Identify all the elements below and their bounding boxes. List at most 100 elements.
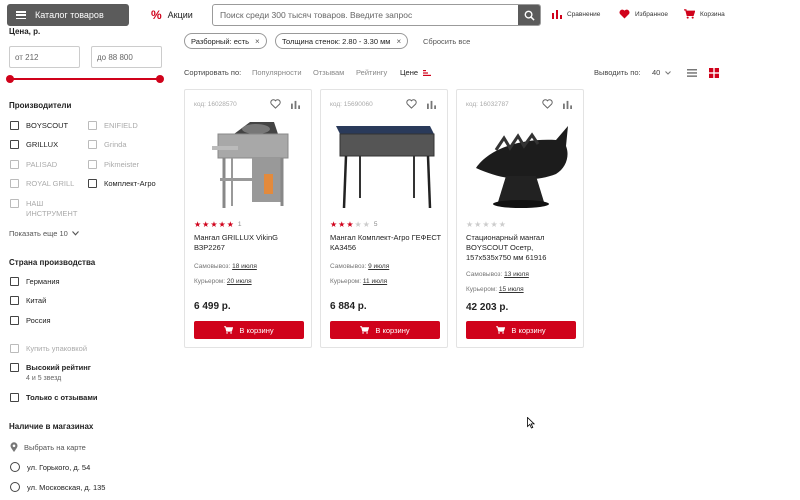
show-more-manufacturers[interactable]: Показать еще 10 — [9, 229, 79, 238]
catalog-button[interactable]: Каталог товаров — [7, 4, 129, 26]
checkbox-box[interactable] — [10, 121, 19, 130]
map-link-label: Выбрать на карте — [24, 442, 86, 452]
mouse-cursor-icon — [527, 417, 535, 429]
bar-chart-icon[interactable] — [563, 100, 572, 109]
search-button[interactable] — [518, 5, 540, 25]
close-icon[interactable]: × — [396, 37, 401, 46]
pickup-date[interactable]: 18 июля — [232, 263, 257, 270]
manufacturer-checkbox-grillux[interactable]: GRILLUX — [10, 140, 58, 149]
checkbox-box — [88, 160, 97, 169]
review-count[interactable]: 1 — [238, 221, 242, 228]
star-empty-icon: ★ — [362, 220, 370, 229]
radio-circle[interactable] — [10, 462, 20, 472]
high-rating-label: Высокий рейтинг — [26, 363, 91, 372]
country-checkbox-china[interactable]: Китай — [10, 296, 46, 305]
courier-date[interactable]: 15 июля — [499, 286, 524, 293]
product-name[interactable]: Мангал GRILLUX VikinG ВЗР2267 — [194, 233, 306, 253]
price-slider-min-handle[interactable] — [6, 75, 14, 83]
checkbox-box[interactable] — [10, 363, 19, 372]
map-link[interactable]: Выбрать на карте — [10, 442, 86, 452]
filter-chip-collapsible[interactable]: Разборный: есть × — [184, 33, 267, 49]
cart-link[interactable]: Корзина — [684, 9, 725, 19]
catalog-button-label: Каталог товаров — [35, 10, 104, 20]
square-grill-icon — [212, 122, 289, 208]
pickup-label: Самовывоз: — [466, 271, 503, 278]
store-label: ул. Московская, д. 135 — [27, 482, 106, 492]
checkbox-box[interactable] — [10, 140, 19, 149]
search-input[interactable]: Поиск среди 300 тысяч товаров. Введите з… — [213, 10, 518, 20]
manufacturer-checkbox-boyscout[interactable]: BOYSCOUT — [10, 121, 68, 130]
manufacturer-checkbox-komplekt-agro[interactable]: Комплект-Агро — [88, 179, 156, 188]
grid-view-button[interactable] — [709, 68, 719, 80]
product-card[interactable]: код: 16028570 ★ ★ ★ ★ ★ 1 Мангал GRILLUX Viki… — [184, 89, 312, 348]
add-to-cart-button[interactable]: В корзину — [194, 321, 304, 339]
sort-rating[interactable]: Рейтингу — [356, 68, 387, 77]
manufacturer-checkbox-pikmeister: Pikmeister — [88, 160, 139, 169]
product-price: 6 884 р. — [330, 301, 367, 312]
sort-price[interactable]: Цене — [400, 68, 432, 77]
country-checkbox-germany[interactable]: Германия — [10, 277, 60, 286]
product-name[interactable]: Мангал Комплект-Агро ГЕФЕСТ КА3456 — [330, 233, 442, 253]
sort-price-label: Цене — [400, 68, 419, 77]
close-icon[interactable]: × — [255, 37, 260, 46]
radio-circle[interactable] — [10, 482, 20, 492]
promo-link[interactable]: % Акции — [151, 8, 193, 22]
heart-outline-icon[interactable] — [542, 99, 553, 109]
pack-checkbox: Купить упаковкой — [10, 344, 87, 353]
checkbox-box[interactable] — [10, 296, 19, 305]
bar-chart-icon[interactable] — [291, 100, 300, 109]
country-checkbox-russia[interactable]: Россия — [10, 316, 51, 325]
country-title: Страна производства — [9, 258, 96, 267]
manufacturer-checkbox-royal-grill: ROYAL GRILL — [10, 179, 74, 188]
product-card[interactable]: код: 16032787 ★ ★ ★ ★ ★ Стационарный мангал … — [456, 89, 584, 348]
product-name[interactable]: Стационарный мангал BOYSCOUT Осетр, 157x… — [466, 233, 576, 263]
search-bar[interactable]: Поиск среди 300 тысяч товаров. Введите з… — [212, 4, 541, 26]
price-to-input[interactable]: до 88 800 — [91, 46, 162, 68]
add-to-cart-label: В корзину — [375, 325, 410, 335]
add-to-cart-button[interactable]: В корзину — [466, 321, 576, 339]
heart-outline-icon[interactable] — [406, 99, 417, 109]
country-label: Китай — [26, 296, 47, 305]
manufacturer-label: BOYSCOUT — [26, 121, 69, 130]
star-filled-icon: ★ — [218, 220, 226, 229]
checkbox-box[interactable] — [10, 316, 19, 325]
heart-outline-icon[interactable] — [270, 99, 281, 109]
manufacturer-label: НАШ ИНСТРУМЕНТ — [26, 199, 78, 218]
product-price: 42 203 р. — [466, 302, 509, 313]
sort-reviews[interactable]: Отзывам — [313, 68, 344, 77]
country-label: Россия — [26, 316, 51, 325]
sort-popularity[interactable]: Популярности — [252, 68, 302, 77]
checkbox-box — [10, 179, 19, 188]
bar-chart-icon[interactable] — [427, 100, 436, 109]
pickup-date[interactable]: 13 июля — [504, 271, 529, 278]
product-card[interactable]: код: 15690060 ★ ★ ★ ★ ★ 5 Мангал Комплект-Агр… — [320, 89, 448, 348]
checkbox-box[interactable] — [10, 277, 19, 286]
show-more-label: Показать еще 10 — [9, 229, 68, 238]
map-pin-icon — [10, 442, 18, 452]
price-from-input[interactable]: от 212 — [9, 46, 80, 68]
pickup-date[interactable]: 9 июля — [368, 263, 389, 270]
high-rating-checkbox[interactable]: Высокий рейтинг 4 и 5 звезд — [10, 363, 91, 384]
sturgeon-grill-icon — [476, 126, 568, 208]
favorites-link[interactable]: Избранное — [619, 9, 668, 19]
reviews-only-checkbox[interactable]: Только с отзывами — [10, 393, 98, 402]
heart-icon — [619, 9, 630, 19]
store-radio-moskovskaya[interactable]: ул. Московская, д. 135 — [10, 482, 105, 492]
store-radio-gorkogo[interactable]: ул. Горького, д. 54 — [10, 462, 90, 472]
price-slider-max-handle[interactable] — [156, 75, 164, 83]
filter-chip-wall-thickness[interactable]: Толщина стенок: 2.80 - 3.30 мм × — [275, 33, 409, 49]
checkbox-box[interactable] — [88, 179, 97, 188]
courier-date[interactable]: 20 июля — [227, 278, 252, 285]
add-to-cart-button[interactable]: В корзину — [330, 321, 440, 339]
list-view-button[interactable] — [687, 69, 697, 79]
compare-link[interactable]: Сравнение — [552, 9, 600, 19]
manufacturer-label: ROYAL GRILL — [26, 179, 75, 188]
star-filled-icon: ★ — [194, 220, 202, 229]
checkbox-box — [10, 160, 19, 169]
per-page-select[interactable]: 40 — [652, 68, 672, 77]
review-count[interactable]: 5 — [374, 221, 378, 228]
courier-date[interactable]: 11 июля — [363, 278, 387, 285]
percent-icon: % — [151, 8, 162, 22]
reset-filters-link[interactable]: Сбросить все — [423, 37, 470, 46]
checkbox-box[interactable] — [10, 393, 19, 402]
